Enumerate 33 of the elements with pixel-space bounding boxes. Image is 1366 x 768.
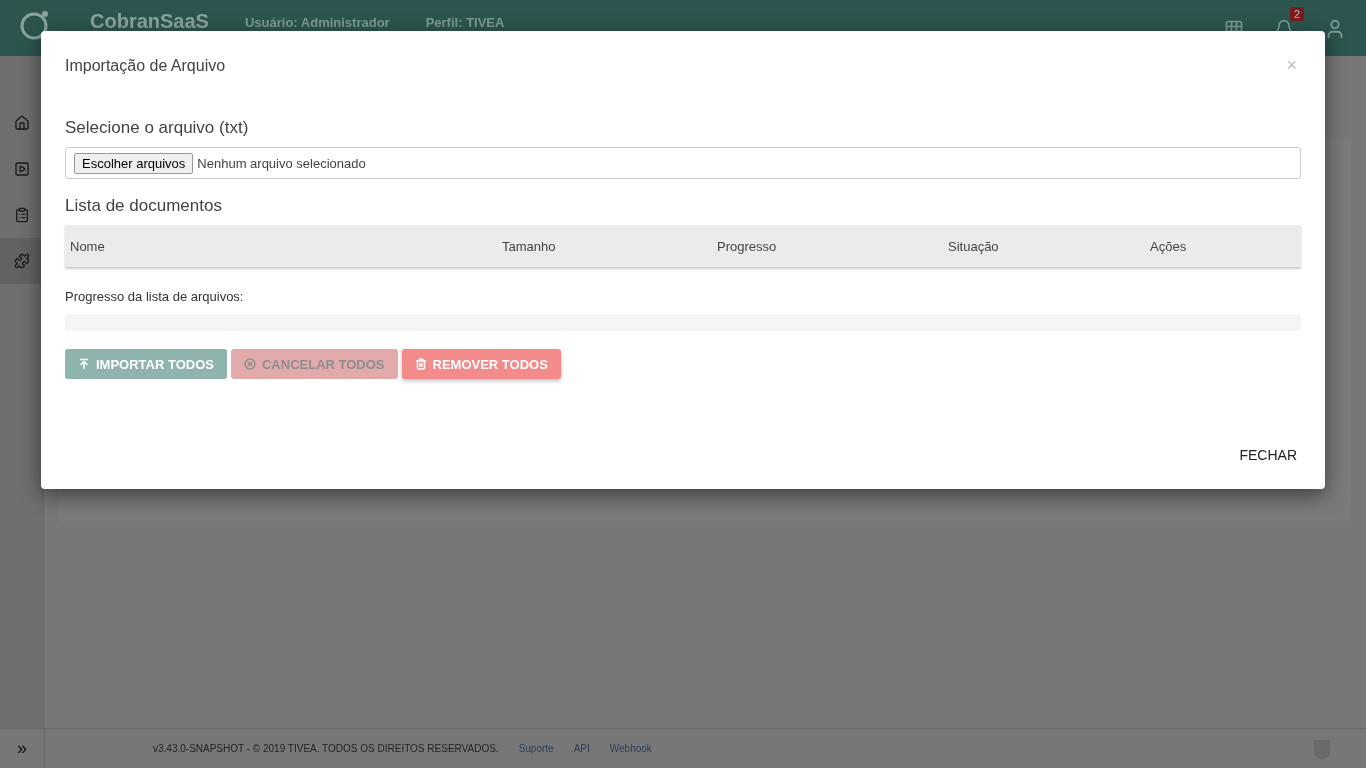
column-header: Nome (70, 238, 106, 254)
brand-name: CobranSaaS (90, 10, 209, 33)
close-dialog-button[interactable]: FECHAR (1235, 443, 1301, 467)
puzzle-icon (13, 253, 30, 269)
footer-link[interactable]: Suporte (518, 743, 554, 754)
footer-link[interactable]: Webhook (609, 743, 652, 754)
circle-x-icon (243, 358, 256, 370)
copyright-text: v3.43.0-SNAPSHOT - © 2019 TIVEA. TODOS OS DIREITOS RESERVADOS. (153, 743, 499, 754)
upload-icon (78, 358, 90, 370)
footer-link[interactable]: API (573, 743, 590, 754)
choose-files-button[interactable]: Escolher arquivos (74, 152, 194, 174)
trash-icon (414, 358, 427, 370)
notification-badge: 2 (1289, 7, 1304, 21)
column-header: Situação (948, 238, 1000, 254)
column-header: Ações (1150, 238, 1188, 254)
column-header: Progresso (717, 238, 778, 254)
clipboard-icon (13, 207, 30, 223)
sidebar-item[interactable] (0, 238, 43, 284)
progress-label: Progresso da lista de arquivos: (65, 289, 245, 304)
profile-label: Perfil: TIVEA (425, 15, 505, 30)
column-header: Tamanho (502, 238, 557, 254)
remove-all-button[interactable]: REMOVER TODOS (401, 349, 561, 379)
expand-toggle[interactable]: » (0, 729, 45, 768)
dialog-title: Importação de Arquivo (65, 56, 226, 75)
file-input-field[interactable]: Escolher arquivos Nenhum arquivo selecionado (65, 147, 1301, 179)
close-button[interactable]: × (1282, 55, 1301, 76)
file-status: Nenhum arquivo selecionado (197, 155, 366, 171)
play-icon (13, 161, 30, 177)
file-label: Selecione o arquivo (txt) (65, 118, 250, 138)
user-label: Usuário: Administrador (244, 15, 390, 30)
coin-logo-icon (20, 10, 50, 40)
list-title: Lista de documentos (65, 196, 223, 216)
home-icon (13, 115, 30, 131)
